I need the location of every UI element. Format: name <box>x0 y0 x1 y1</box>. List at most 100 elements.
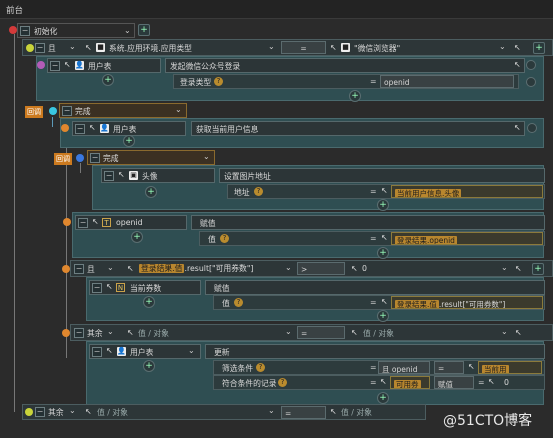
node-header[interactable]: − ↖ ▣ 头像 <box>101 168 215 183</box>
record-field[interactable]: 可用券 <box>390 376 430 389</box>
chevron-down-icon[interactable]: ⌄ <box>107 263 114 272</box>
value-placeholder[interactable]: 值 / 对象 <box>363 328 394 339</box>
add-button[interactable]: + <box>143 360 155 372</box>
collapse-icon[interactable]: − <box>62 106 72 116</box>
add-button[interactable]: + <box>377 310 389 322</box>
chevron-down-icon[interactable]: ⌄ <box>268 42 275 51</box>
node-header[interactable]: − ↖ 👤 用户表 <box>47 58 161 73</box>
root-node[interactable]: − 初始化 ⌄ <box>17 23 135 38</box>
chevron-down-icon[interactable]: ⌄ <box>499 42 506 51</box>
action-header[interactable]: 设置图片地址 <box>219 168 545 183</box>
collapse-icon[interactable]: − <box>50 61 60 71</box>
cursor-icon[interactable]: ↖ <box>514 123 521 132</box>
cursor-icon[interactable]: ↖ <box>514 60 521 69</box>
add-button[interactable]: + <box>138 24 150 36</box>
add-button[interactable]: + <box>145 186 157 198</box>
logic-operator[interactable]: 且 <box>87 264 95 275</box>
add-button[interactable]: + <box>533 42 545 54</box>
help-icon[interactable]: ? <box>214 77 223 86</box>
add-button[interactable]: + <box>349 90 361 102</box>
collapse-icon[interactable]: − <box>74 264 84 274</box>
collapse-icon[interactable]: − <box>92 347 102 357</box>
cursor-icon[interactable]: ↖ <box>488 377 495 386</box>
add-button[interactable]: + <box>143 296 155 308</box>
filter-logic-select[interactable]: 且 openid <box>378 361 430 374</box>
cursor-icon[interactable]: ↖ <box>127 328 134 337</box>
help-icon[interactable]: ? <box>220 234 229 243</box>
chevron-down-icon[interactable]: ⌄ <box>107 327 114 336</box>
operator-select[interactable]: > <box>297 262 345 275</box>
chevron-down-icon[interactable]: ⌄ <box>69 42 76 51</box>
cursor-icon[interactable]: ↖ <box>64 60 71 69</box>
cursor-icon[interactable]: ↖ <box>380 377 387 386</box>
chevron-down-icon[interactable]: ⌄ <box>268 406 275 415</box>
cursor-icon[interactable]: ↖ <box>106 282 113 291</box>
collapse-icon[interactable]: − <box>90 153 100 163</box>
param-value[interactable]: 登录结果.openid <box>391 232 543 245</box>
add-button[interactable]: + <box>123 135 135 147</box>
collapse-icon[interactable]: − <box>104 171 114 181</box>
action-header[interactable]: 发起微信公众号登录 ↖ <box>165 58 525 73</box>
node-header[interactable]: − ↖ T openid <box>75 215 187 230</box>
help-icon[interactable]: ? <box>234 298 243 307</box>
checkbox-icon[interactable]: ■ <box>96 43 105 52</box>
action-header[interactable]: 获取当前用户信息 ↖ <box>191 121 525 136</box>
add-button[interactable]: + <box>377 392 389 404</box>
node-header[interactable]: − ↖ N 当前券数 <box>89 280 201 295</box>
action-header[interactable]: 赋值 <box>191 215 545 230</box>
filter-operator[interactable]: = <box>434 361 464 374</box>
chevron-down-icon[interactable]: ⌄ <box>501 327 508 336</box>
cursor-icon[interactable]: ↖ <box>381 186 388 195</box>
cursor-icon[interactable]: ↖ <box>351 328 358 337</box>
condition-right[interactable]: "微信浏览器" <box>354 43 400 54</box>
cursor-icon[interactable]: ↖ <box>381 297 388 306</box>
toggle-button[interactable] <box>526 60 536 70</box>
checkbox-icon[interactable]: ■ <box>341 43 350 52</box>
toggle-button[interactable] <box>527 123 537 133</box>
add-button[interactable]: + <box>377 247 389 259</box>
else-row[interactable]: − 其余 ⌄ ↖ 值 / 对象 ⌄ = ↖ 值 / 对象 ⌄ ↖ <box>62 324 553 341</box>
cursor-icon[interactable]: ↖ <box>514 43 521 52</box>
cursor-icon[interactable]: ↖ <box>89 123 96 132</box>
collapse-icon[interactable]: − <box>35 407 45 417</box>
record-value[interactable]: 0 <box>504 378 509 387</box>
collapse-icon[interactable]: − <box>35 43 45 53</box>
condition-right[interactable]: 0 <box>362 264 367 273</box>
cursor-icon[interactable]: ↖ <box>515 328 522 337</box>
chevron-down-icon[interactable]: ⌄ <box>285 263 292 272</box>
action-header[interactable]: 赋值 <box>205 280 545 295</box>
node-header[interactable]: − ↖ 👤 用户表 <box>72 121 186 136</box>
chevron-down-icon[interactable]: ⌄ <box>69 406 76 415</box>
collapse-icon[interactable]: − <box>75 124 85 134</box>
collapse-icon[interactable]: − <box>74 328 84 338</box>
chevron-down-icon[interactable]: ⌄ <box>501 263 508 272</box>
cursor-icon[interactable]: ↖ <box>468 362 475 371</box>
else-label[interactable]: 其余 <box>87 328 103 339</box>
condition-row[interactable]: − 且 ⌄ ↖ 登录结果.值 .result["可用券数"] ⌄ > ↖ 0 ⌄ … <box>62 260 553 277</box>
record-action[interactable]: 赋值 <box>434 376 474 389</box>
operator-select[interactable]: = <box>281 406 326 419</box>
else-label[interactable]: 其余 <box>48 407 64 418</box>
value-placeholder[interactable]: 值 / 对象 <box>138 328 169 339</box>
collapse-icon[interactable]: − <box>92 283 102 293</box>
filter-value[interactable]: 当前用 <box>478 361 542 374</box>
chevron-down-icon[interactable]: ⌄ <box>285 327 292 336</box>
add-button[interactable]: + <box>532 263 544 275</box>
cursor-icon[interactable]: ↖ <box>351 264 358 273</box>
add-button[interactable]: + <box>377 199 389 211</box>
chevron-down-icon[interactable]: ⌄ <box>175 105 182 114</box>
cursor-icon[interactable]: ↖ <box>85 43 92 52</box>
cursor-icon[interactable]: ↖ <box>106 346 113 355</box>
operator-select[interactable]: = <box>297 326 345 339</box>
logic-operator[interactable]: 且 <box>48 43 56 54</box>
chevron-down-icon[interactable]: ⌄ <box>188 346 195 355</box>
condition-row[interactable]: − 且 ⌄ ↖ ■ 系统.应用环境.应用类型 ⌄ = ↖ ■ "微信浏览器" ⌄… <box>22 39 553 56</box>
param-value[interactable]: 登录结果.值 .result["可用券数"] <box>391 296 543 309</box>
param-value[interactable]: 当前用户信息.头像 <box>391 185 543 198</box>
help-icon[interactable]: ? <box>256 363 265 372</box>
help-icon[interactable]: ? <box>278 378 287 387</box>
condition-left[interactable]: 系统.应用环境.应用类型 <box>109 43 192 54</box>
cursor-icon[interactable]: ↖ <box>85 407 92 416</box>
action-header[interactable]: 更新 <box>205 344 545 359</box>
help-icon[interactable]: ? <box>254 187 263 196</box>
